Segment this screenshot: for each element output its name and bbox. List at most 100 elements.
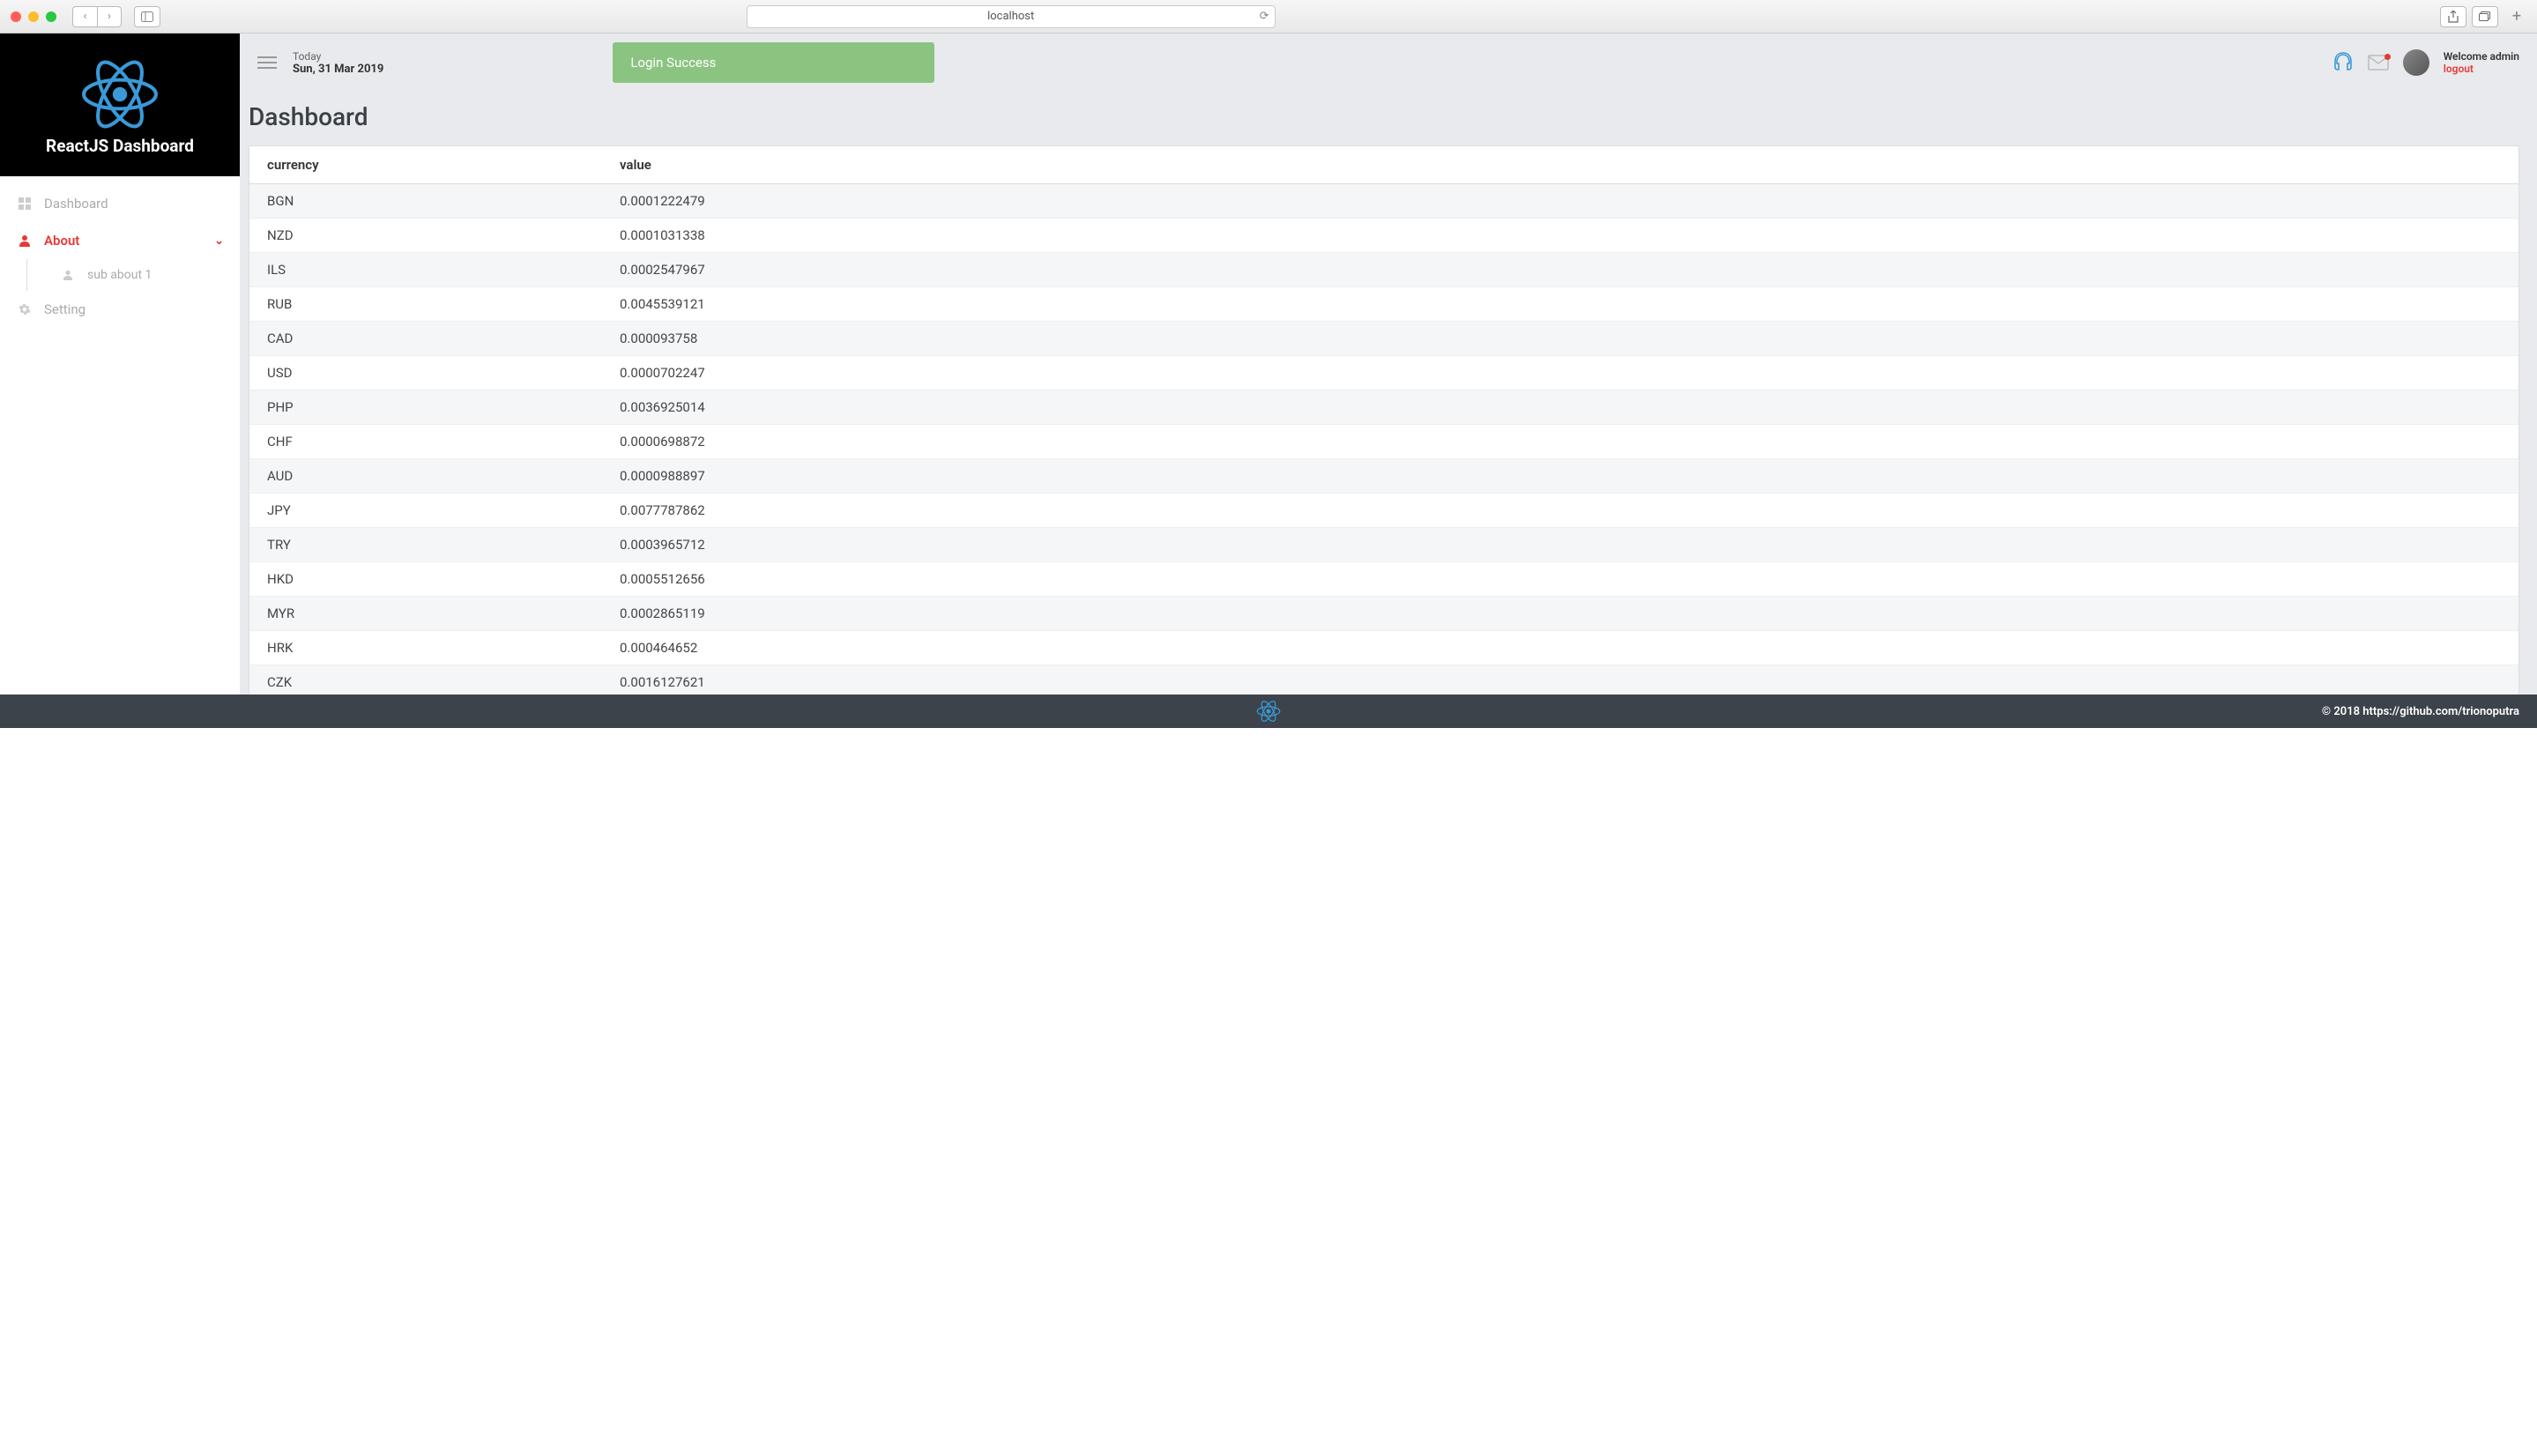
cell-value: 0.0045539121 — [602, 287, 2518, 322]
refresh-icon[interactable]: ⟳ — [1260, 10, 1269, 23]
cell-value: 0.0016127621 — [602, 665, 2518, 695]
cell-currency: MYR — [249, 597, 602, 631]
cell-value: 0.0002865119 — [602, 597, 2518, 631]
nav-buttons: ‹ › — [72, 6, 122, 27]
share-icon — [2448, 11, 2459, 23]
date-label: Today — [293, 50, 383, 63]
maximize-window-button[interactable] — [46, 11, 56, 22]
sidebar-item-about[interactable]: About ⌄ — [0, 222, 240, 259]
sidebar-subitem-sub-about-1[interactable]: sub about 1 — [26, 259, 240, 291]
cell-value: 0.0000698872 — [602, 425, 2518, 459]
cell-value: 0.0001031338 — [602, 219, 2518, 253]
tabs-button[interactable] — [2472, 6, 2498, 27]
tabs-icon — [2479, 11, 2491, 22]
notification-dot — [2384, 54, 2391, 60]
table-row: TRY0.0003965712 — [249, 528, 2518, 562]
close-window-button[interactable] — [11, 11, 21, 22]
table-row: HRK0.000464652 — [249, 631, 2518, 665]
minimize-window-button[interactable] — [28, 11, 39, 22]
user-block: Welcome admin logout — [2444, 50, 2519, 75]
cell-currency: ILS — [249, 253, 602, 287]
cell-currency: JPY — [249, 494, 602, 528]
cell-currency: CAD — [249, 322, 602, 356]
topbar-right: Welcome admin logout — [2332, 49, 2519, 76]
app-title: ReactJS Dashboard — [46, 136, 194, 156]
gear-icon — [16, 303, 33, 316]
table-row: PHP0.0036925014 — [249, 390, 2518, 425]
panel-icon — [141, 11, 153, 22]
back-button[interactable]: ‹ — [72, 6, 97, 27]
table-row: CZK0.0016127621 — [249, 665, 2518, 695]
grid-icon — [16, 197, 33, 210]
subnav-label: sub about 1 — [87, 268, 152, 282]
topbar: Today Sun, 31 Mar 2019 Login Success Wel… — [240, 33, 2537, 92]
hamburger-button[interactable] — [257, 56, 277, 69]
cell-currency: HRK — [249, 631, 602, 665]
cell-value: 0.0005512656 — [602, 562, 2518, 597]
cell-value: 0.0001222479 — [602, 184, 2518, 219]
cell-value: 0.0000702247 — [602, 356, 2518, 390]
sidebar: ReactJS Dashboard Dashboard About ⌄ — [0, 33, 240, 695]
table-row: RUB0.0045539121 — [249, 287, 2518, 322]
sidebar-toggle-button[interactable] — [134, 6, 160, 27]
alert-text: Login Success — [630, 55, 716, 71]
cell-currency: USD — [249, 356, 602, 390]
cell-currency: HKD — [249, 562, 602, 597]
chevron-down-icon: ⌄ — [214, 234, 224, 248]
avatar[interactable] — [2403, 49, 2429, 76]
logo-block: ReactJS Dashboard — [0, 33, 240, 176]
cell-value: 0.0003965712 — [602, 528, 2518, 562]
welcome-text: Welcome admin — [2444, 50, 2519, 63]
cell-value: 0.000464652 — [602, 631, 2518, 665]
date-block: Today Sun, 31 Mar 2019 — [293, 50, 383, 76]
cell-value: 0.0036925014 — [602, 390, 2518, 425]
cell-currency: PHP — [249, 390, 602, 425]
sidebar-item-setting[interactable]: Setting — [0, 291, 240, 328]
traffic-lights — [11, 11, 56, 22]
cell-currency: AUD — [249, 459, 602, 494]
cell-currency: TRY — [249, 528, 602, 562]
table-row: CHF0.0000698872 — [249, 425, 2518, 459]
table-row: AUD0.0000988897 — [249, 459, 2518, 494]
alert-success: Login Success — [613, 42, 934, 83]
nav-label: Setting — [44, 301, 86, 317]
table-row: NZD0.0001031338 — [249, 219, 2518, 253]
cell-value: 0.0000988897 — [602, 459, 2518, 494]
forward-button[interactable]: › — [97, 6, 122, 27]
table-row: HKD0.0005512656 — [249, 562, 2518, 597]
new-tab-button[interactable]: + — [2507, 7, 2526, 26]
url-text: localhost — [987, 10, 1034, 23]
react-logo-icon — [1256, 699, 1281, 724]
cell-value: 0.000093758 — [602, 322, 2518, 356]
share-button[interactable] — [2440, 6, 2466, 27]
nav-label: About — [44, 233, 79, 249]
table-row: MYR0.0002865119 — [249, 597, 2518, 631]
footer: © 2018 https://github.com/trionoputra — [0, 695, 2537, 728]
content: Dashboard currency value BGN0.0001222479… — [240, 92, 2537, 695]
browser-chrome: ‹ › localhost ⟳ + — [0, 0, 2537, 33]
currency-table-card: currency value BGN0.0001222479NZD0.00010… — [249, 145, 2519, 695]
footer-text: © 2018 https://github.com/trionoputra — [2322, 705, 2519, 718]
page-title: Dashboard — [249, 102, 2519, 131]
support-icon[interactable] — [2332, 51, 2354, 74]
user-icon — [63, 270, 78, 280]
table-row: JPY0.0077787862 — [249, 494, 2518, 528]
browser-right-buttons — [2440, 6, 2498, 27]
mail-icon[interactable] — [2368, 55, 2389, 71]
cell-currency: RUB — [249, 287, 602, 322]
cell-currency: NZD — [249, 219, 602, 253]
table-row: BGN0.0001222479 — [249, 184, 2518, 219]
user-icon — [16, 234, 33, 247]
url-bar[interactable]: localhost ⟳ — [747, 5, 1276, 28]
sidebar-item-dashboard[interactable]: Dashboard — [0, 185, 240, 222]
cell-value: 0.0002547967 — [602, 253, 2518, 287]
table-header-currency: currency — [249, 146, 602, 184]
date-value: Sun, 31 Mar 2019 — [293, 63, 383, 76]
currency-table: currency value BGN0.0001222479NZD0.00010… — [249, 146, 2518, 695]
logout-link[interactable]: logout — [2444, 63, 2519, 75]
main: Today Sun, 31 Mar 2019 Login Success Wel… — [240, 33, 2537, 695]
cell-value: 0.0077787862 — [602, 494, 2518, 528]
cell-currency: BGN — [249, 184, 602, 219]
cell-currency: CZK — [249, 665, 602, 695]
cell-currency: CHF — [249, 425, 602, 459]
